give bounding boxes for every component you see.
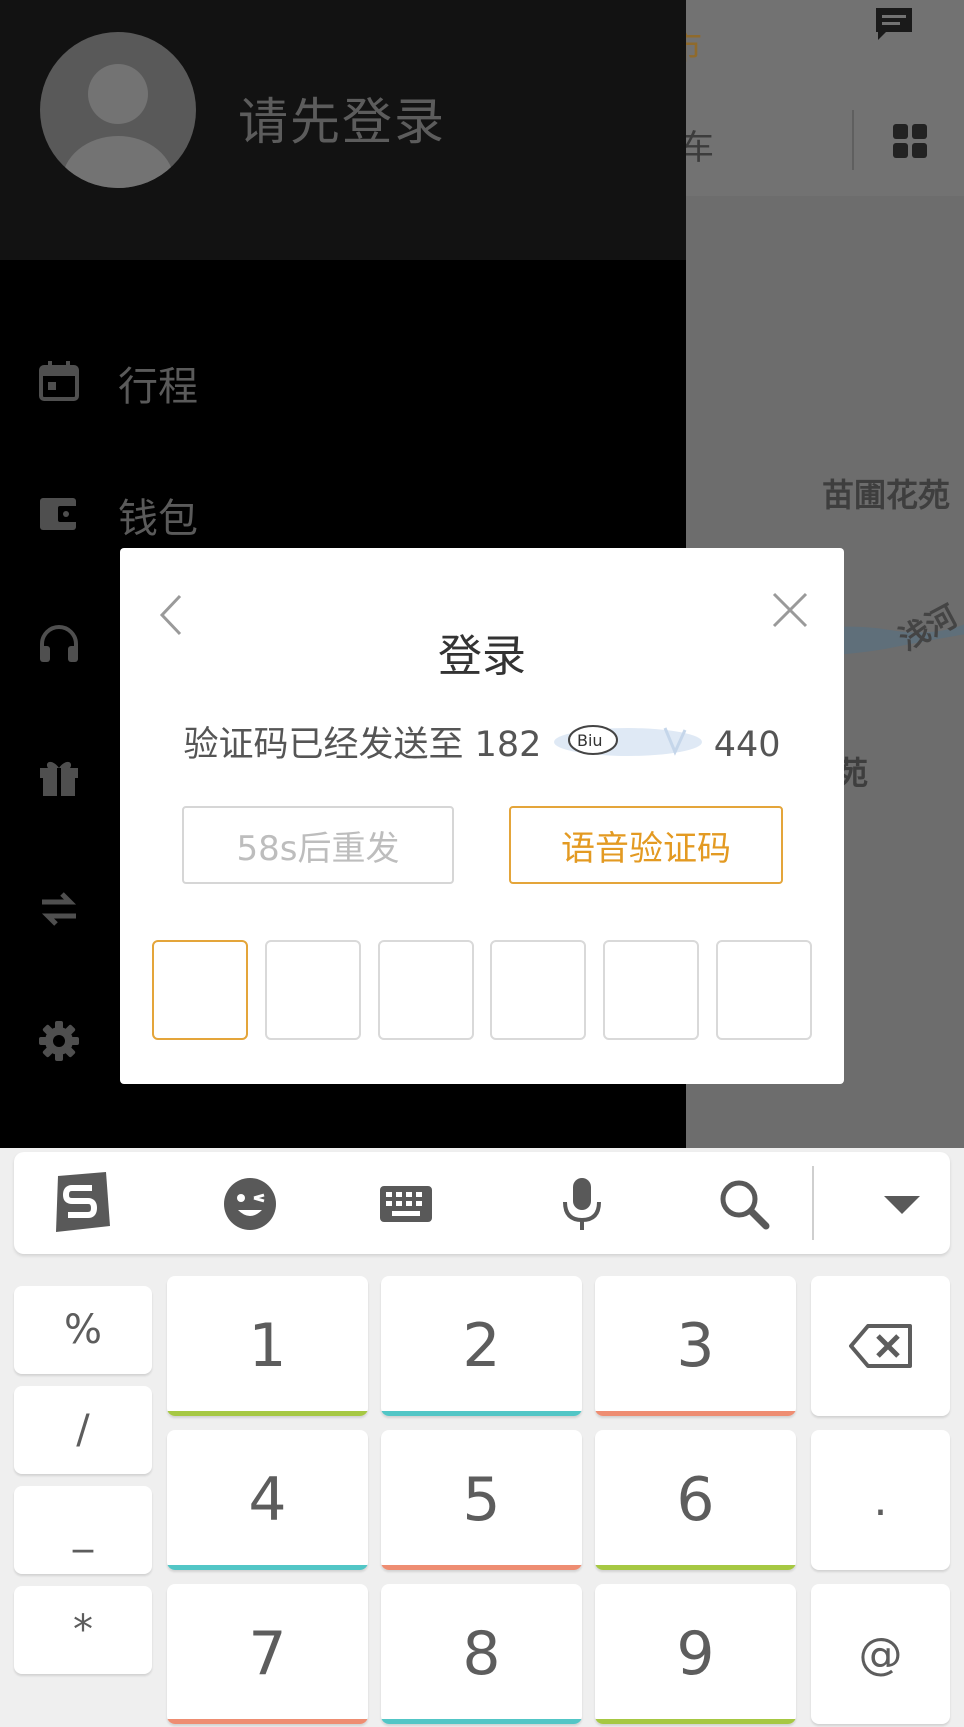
code-digit-input[interactable] (378, 940, 474, 1040)
backspace-icon (848, 1324, 912, 1368)
code-digit-input[interactable] (265, 940, 361, 1040)
svg-text:Biu: Biu (577, 731, 603, 750)
login-dialog: 登录 验证码已经发送至 182 Biu 440 58s后重发 语音验证码 (120, 548, 844, 1084)
key-8[interactable]: 8 (381, 1584, 582, 1724)
key-5[interactable]: 5 (381, 1430, 582, 1570)
phone-start: 182 (474, 725, 542, 765)
emoji-icon[interactable] (220, 1174, 280, 1234)
key-4[interactable]: 4 (167, 1430, 368, 1570)
gear-icon (39, 1021, 79, 1061)
key-percent[interactable]: % (14, 1286, 152, 1374)
dialog-title: 登录 (438, 631, 526, 682)
key-at[interactable]: @ (811, 1584, 950, 1724)
key-accent (167, 1565, 368, 1570)
drawer-header[interactable]: 请先登录 (0, 0, 686, 260)
headset-icon (40, 625, 78, 662)
key-underscore[interactable]: _ (14, 1486, 152, 1574)
code-digit-input[interactable] (716, 940, 812, 1040)
key-1[interactable]: 1 (167, 1276, 368, 1416)
key-accent (595, 1565, 796, 1570)
sogou-logo-icon[interactable] (48, 1170, 114, 1236)
key-dot[interactable]: . (811, 1430, 950, 1570)
grid-icon (893, 124, 927, 158)
key-3[interactable]: 3 (595, 1276, 796, 1416)
key-accent (381, 1411, 582, 1416)
toolbar-divider (812, 1166, 814, 1240)
menu-item-wallet[interactable]: 钱包 (0, 472, 686, 552)
menu-item-label: 钱包 (118, 496, 198, 542)
code-digit-input[interactable] (152, 940, 248, 1040)
wallet-icon (40, 498, 78, 530)
key-9[interactable]: 9 (595, 1584, 796, 1724)
collapse-icon[interactable] (872, 1174, 932, 1234)
key-6[interactable]: 6 (595, 1430, 796, 1570)
keyboard-icon[interactable] (376, 1174, 436, 1234)
search-icon[interactable] (714, 1174, 774, 1234)
map-label: 苗圃花苑 (822, 476, 951, 514)
menu-item-trips[interactable]: 行程 (0, 340, 686, 420)
backspace-key[interactable] (811, 1276, 950, 1416)
key-accent (595, 1411, 796, 1416)
key-2[interactable]: 2 (381, 1276, 582, 1416)
user-placeholder-icon (62, 64, 174, 188)
key-accent (595, 1719, 796, 1724)
menu-item-label: 行程 (118, 364, 198, 410)
phone-end: 440 (713, 725, 781, 765)
calendar-icon (39, 361, 79, 401)
resend-button[interactable]: 58s后重发 (182, 806, 454, 884)
key-accent (167, 1411, 368, 1416)
voice-code-button[interactable]: 语音验证码 (509, 806, 783, 884)
key-7[interactable]: 7 (167, 1584, 368, 1724)
login-prompt[interactable]: 请先登录 (238, 82, 446, 154)
key-asterisk[interactable]: * (14, 1586, 152, 1674)
swap-icon (41, 892, 77, 926)
keyboard-toolbar (14, 1152, 950, 1254)
code-sent-label: 验证码已经发送至 (183, 725, 464, 765)
key-accent (167, 1719, 368, 1724)
code-digit-input[interactable] (603, 940, 699, 1040)
mic-icon[interactable] (552, 1174, 612, 1234)
key-slash[interactable]: / (14, 1386, 152, 1474)
key-accent (381, 1719, 582, 1724)
phone-mask-sticker-icon: Biu (553, 725, 702, 756)
numeric-keyboard: % / _ * 1 2 3 4 5 6 . 7 8 9 @ (0, 1148, 964, 1727)
key-accent (381, 1565, 582, 1570)
gift-icon (40, 761, 78, 796)
avatar[interactable] (40, 32, 196, 188)
code-digit-input[interactable] (490, 940, 586, 1040)
message-icon (876, 8, 912, 40)
code-sent-message: 验证码已经发送至 182 Biu 440 (120, 716, 844, 767)
divider (852, 110, 854, 170)
